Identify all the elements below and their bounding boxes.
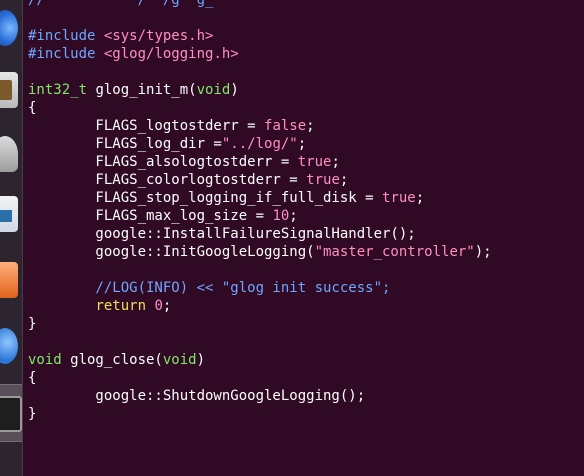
code-line: google::ShutdownGoogleLogging(); [28, 387, 584, 405]
code-token: void [28, 352, 62, 368]
impress-icon[interactable] [0, 262, 18, 298]
terminal-window: // / /g g_ #include <sys/types.h> #includ… [0, 0, 584, 476]
files-icon[interactable] [0, 72, 18, 108]
writer-icon[interactable] [0, 196, 18, 232]
code-token: "master_controller" [314, 244, 475, 260]
code-token: glog_close( [61, 352, 163, 368]
code-token: google::InstallFailureSignalHandler(); [28, 226, 416, 242]
code-token: FLAGS_alsologtostderr = [28, 154, 298, 170]
code-line: FLAGS_alsologtostderr = true; [28, 153, 584, 171]
launcher-sidebar [0, 0, 23, 476]
code-line: //LOG(INFO) << "glog init success"; [28, 279, 584, 297]
code-line: FLAGS_colorlogtostderr = true; [28, 171, 584, 189]
code-token: ) [196, 352, 206, 368]
code-token: FLAGS_colorlogtostderr = [28, 172, 307, 188]
code-line: google::InstallFailureSignalHandler(); [28, 225, 584, 243]
disk-icon[interactable] [0, 136, 18, 172]
code-token: google::InitGoogleLogging( [28, 244, 315, 260]
code-token: true [382, 190, 416, 206]
code-line: FLAGS_stop_logging_if_full_disk = true; [28, 189, 584, 207]
code-line: } [28, 405, 584, 423]
code-line: #include <glog/logging.h> [28, 45, 584, 63]
code-token: #include [28, 46, 96, 62]
code-token: / /g g_ [53, 0, 214, 8]
code-line: { [28, 369, 584, 387]
code-token: ; [331, 154, 340, 170]
code-line: } [28, 315, 584, 333]
code-token: #include [28, 28, 96, 44]
code-token: 10 [272, 208, 290, 224]
code-token: void [196, 82, 231, 98]
code-editor[interactable]: // / /g g_ #include <sys/types.h> #includ… [28, 0, 584, 423]
code-line: // / /g g_ [28, 0, 584, 9]
code-token: { [28, 100, 37, 116]
code-line: #include <sys/types.h> [28, 27, 584, 45]
code-line: FLAGS_logtostderr = false; [28, 117, 584, 135]
code-token: ) [230, 82, 239, 98]
code-token: FLAGS_logtostderr = [28, 118, 265, 134]
code-token: glog_init_m( [87, 82, 197, 98]
code-token: ; [297, 136, 307, 152]
code-line: int32_t glog_init_m(void) [28, 81, 584, 99]
code-token: FLAGS_stop_logging_if_full_disk = [28, 190, 383, 206]
code-line: void glog_close(void) [28, 351, 584, 369]
code-line: google::InitGoogleLogging("master_contro… [28, 243, 584, 261]
code-token: ; [306, 118, 315, 134]
code-token: FLAGS_max_log_size = [28, 208, 273, 224]
code-line: { [28, 99, 584, 117]
help-icon[interactable] [0, 328, 18, 364]
code-line: return 0; [28, 297, 584, 315]
code-token: int32_t [28, 82, 88, 98]
code-line: FLAGS_log_dir ="../log/"; [28, 135, 584, 153]
code-token: <glog/logging.h> [103, 46, 239, 62]
code-token: ; [289, 208, 298, 224]
code-token: } [28, 316, 37, 332]
code-line: FLAGS_max_log_size = 10; [28, 207, 584, 225]
terminal-icon[interactable] [0, 396, 22, 432]
code-token: 0 [154, 298, 163, 314]
code-token: ; [339, 172, 349, 188]
code-token: "../log/" [221, 136, 298, 152]
code-token: ); [474, 244, 492, 260]
code-token: ; [415, 190, 425, 206]
code-token: return [95, 298, 147, 314]
code-token: // [28, 0, 54, 8]
code-token: void [162, 352, 197, 368]
code-token: true [306, 172, 340, 188]
browser-icon[interactable] [0, 10, 18, 46]
code-token: { [28, 370, 37, 386]
code-token: } [28, 406, 37, 422]
code-token: ; [162, 298, 172, 314]
code-token: false [264, 118, 307, 134]
code-token: //LOG(INFO) << "glog init success"; [28, 280, 391, 296]
code-token: <sys/types.h> [103, 28, 214, 44]
code-token: FLAGS_log_dir = [28, 136, 222, 152]
code-token: true [297, 154, 332, 170]
code-token: google::ShutdownGoogleLogging(); [28, 388, 366, 404]
